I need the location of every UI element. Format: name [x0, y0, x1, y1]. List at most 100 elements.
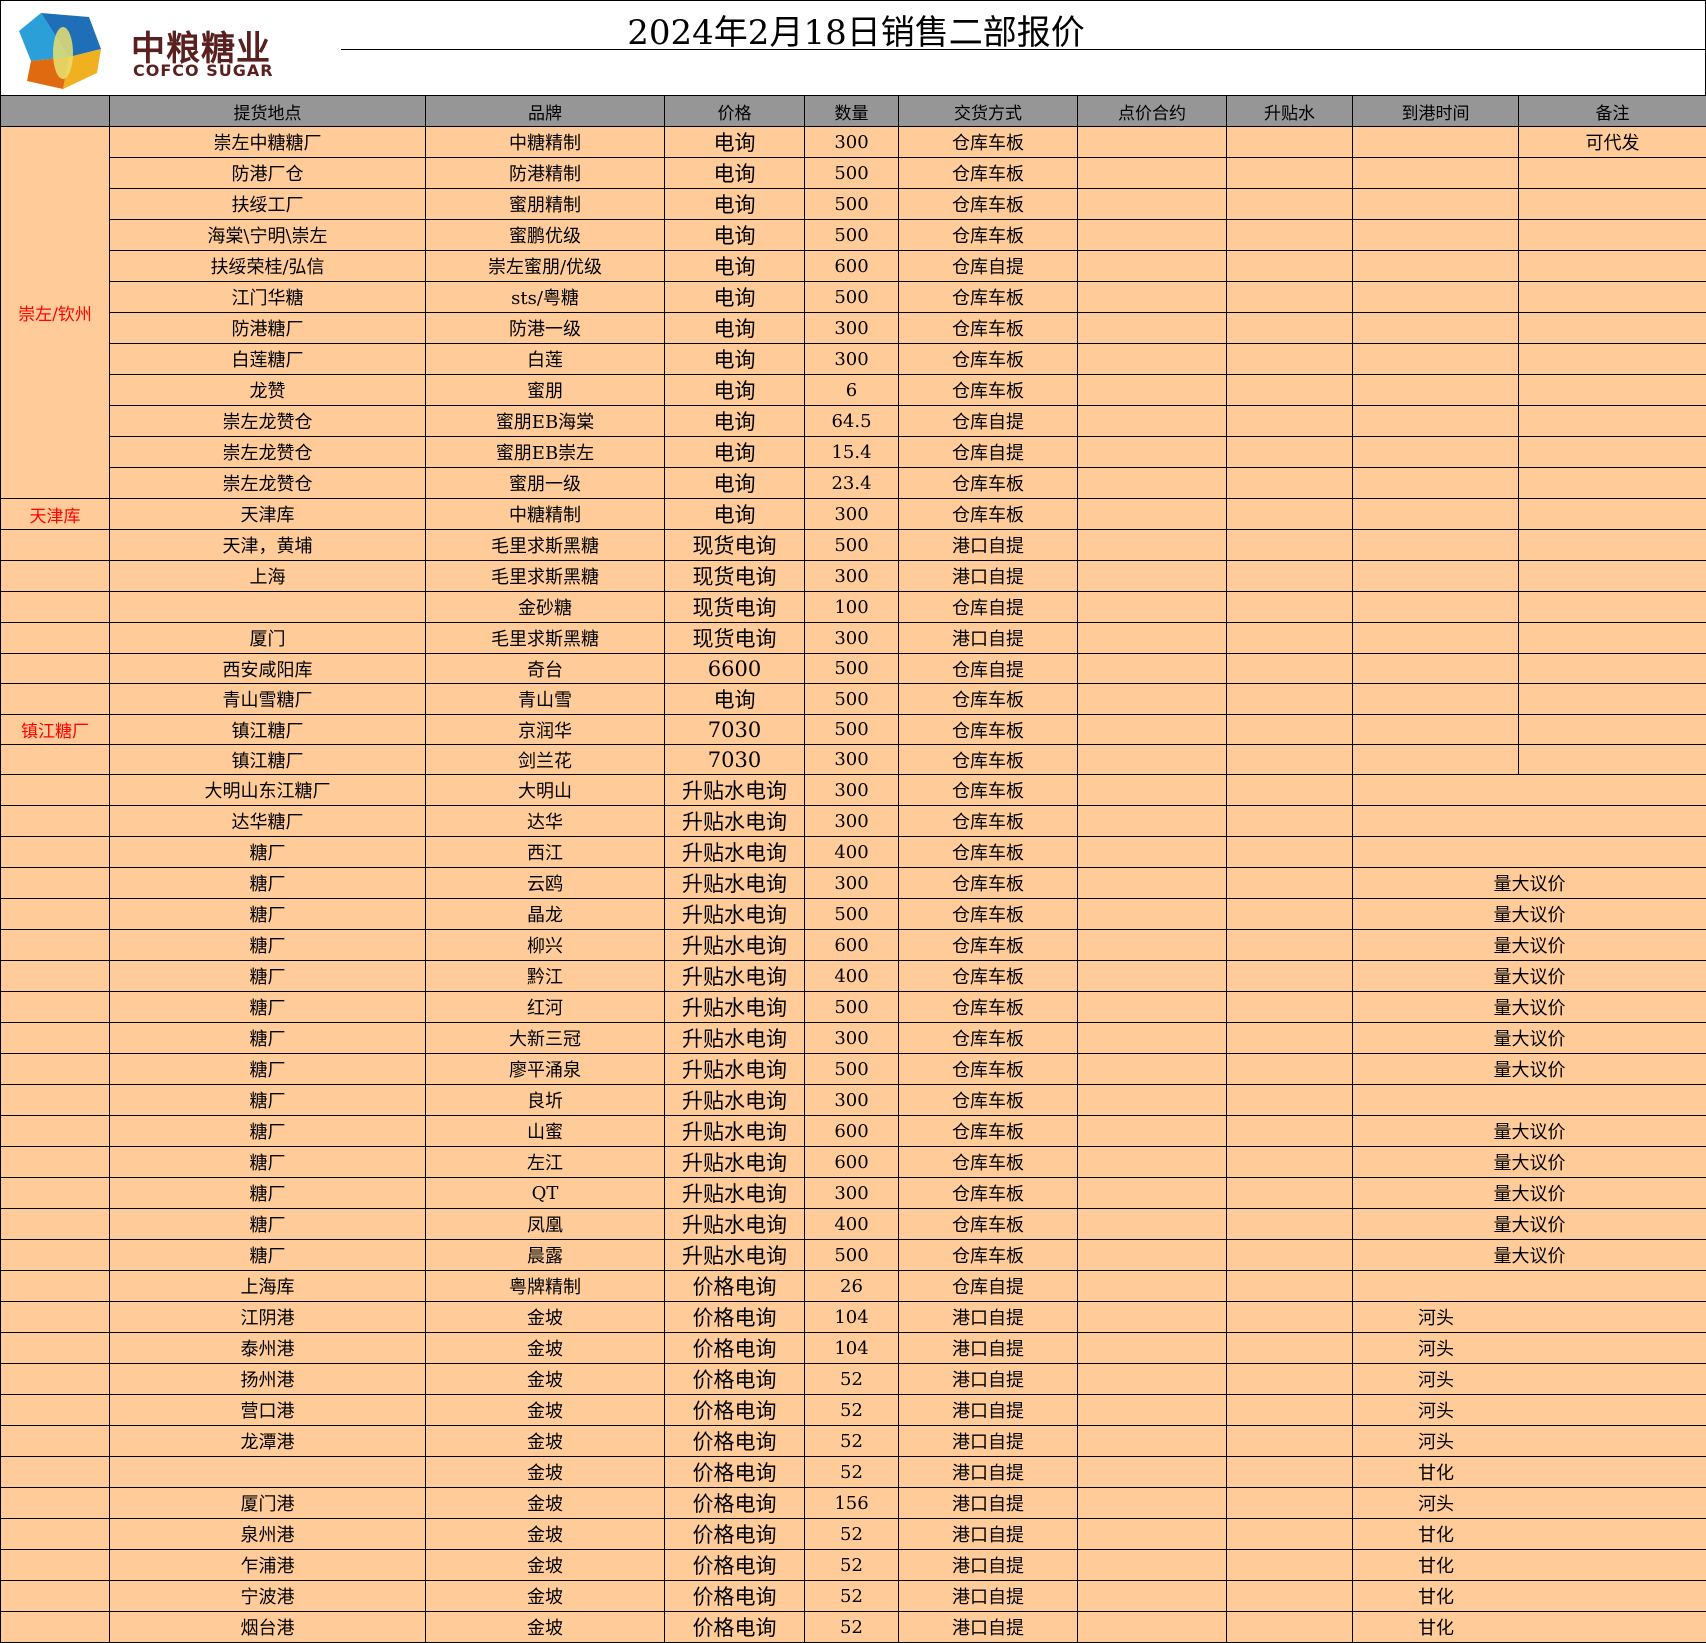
premium-cell[interactable]	[1227, 684, 1353, 715]
contract-cell[interactable]	[1078, 530, 1227, 561]
contract-cell[interactable]	[1078, 1519, 1227, 1550]
note-cell[interactable]	[1519, 437, 1706, 468]
delivery-cell[interactable]: 仓库车板	[899, 899, 1078, 930]
premium-cell[interactable]	[1227, 313, 1353, 344]
quantity-cell[interactable]: 52	[805, 1581, 899, 1612]
contract-cell[interactable]	[1078, 775, 1227, 806]
delivery-cell[interactable]: 港口自提	[899, 1426, 1078, 1457]
port-time-note-cell[interactable]: 甘化	[1353, 1581, 1706, 1612]
quantity-cell[interactable]: 300	[805, 1023, 899, 1054]
brand-cell[interactable]: 蜜朋EB崇左	[426, 437, 665, 468]
region-cell[interactable]	[1, 1054, 110, 1085]
price-cell[interactable]: 升贴水电询	[665, 837, 805, 868]
contract-cell[interactable]	[1078, 1271, 1227, 1302]
region-cell[interactable]	[1, 684, 110, 715]
quantity-cell[interactable]: 500	[805, 654, 899, 684]
contract-cell[interactable]	[1078, 127, 1227, 158]
premium-cell[interactable]	[1227, 806, 1353, 837]
contract-cell[interactable]	[1078, 745, 1227, 775]
brand-cell[interactable]: 蜜鹏优级	[426, 220, 665, 251]
port-time-cell[interactable]	[1353, 530, 1519, 561]
premium-cell[interactable]	[1227, 1054, 1353, 1085]
region-cell[interactable]	[1, 1147, 110, 1178]
region-cell[interactable]	[1, 1457, 110, 1488]
region-cell[interactable]	[1, 1395, 110, 1426]
price-cell[interactable]: 升贴水电询	[665, 806, 805, 837]
region-cell[interactable]	[1, 592, 110, 623]
brand-cell[interactable]: 红河	[426, 992, 665, 1023]
contract-cell[interactable]	[1078, 1364, 1227, 1395]
quantity-cell[interactable]: 100	[805, 592, 899, 623]
premium-cell[interactable]	[1227, 251, 1353, 282]
price-cell[interactable]: 价格电询	[665, 1519, 805, 1550]
port-time-note-cell[interactable]: 量大议价	[1353, 961, 1706, 992]
premium-cell[interactable]	[1227, 189, 1353, 220]
brand-cell[interactable]: 蜜朋	[426, 375, 665, 406]
brand-cell[interactable]: 凤凰	[426, 1209, 665, 1240]
location-cell[interactable]: 天津库	[110, 499, 426, 530]
note-cell[interactable]	[1519, 158, 1706, 189]
brand-cell[interactable]: 粤牌精制	[426, 1271, 665, 1302]
location-cell[interactable]: 青山雪糖厂	[110, 684, 426, 715]
price-cell[interactable]: 升贴水电询	[665, 1054, 805, 1085]
quantity-cell[interactable]: 52	[805, 1612, 899, 1643]
premium-cell[interactable]	[1227, 1116, 1353, 1147]
port-time-cell[interactable]	[1353, 127, 1519, 158]
price-cell[interactable]: 电询	[665, 189, 805, 220]
region-cell[interactable]	[1, 837, 110, 868]
location-cell[interactable]: 糖厂	[110, 1023, 426, 1054]
delivery-cell[interactable]: 港口自提	[899, 530, 1078, 561]
brand-cell[interactable]: 中糖精制	[426, 499, 665, 530]
location-cell[interactable]: 防港糖厂	[110, 313, 426, 344]
note-cell[interactable]	[1519, 592, 1706, 623]
location-cell[interactable]: 白莲糖厂	[110, 344, 426, 375]
delivery-cell[interactable]: 仓库车板	[899, 961, 1078, 992]
note-cell[interactable]	[1519, 715, 1706, 745]
contract-cell[interactable]	[1078, 1550, 1227, 1581]
premium-cell[interactable]	[1227, 1023, 1353, 1054]
note-cell[interactable]	[1519, 189, 1706, 220]
price-cell[interactable]: 现货电询	[665, 561, 805, 592]
port-time-cell[interactable]	[1353, 158, 1519, 189]
contract-cell[interactable]	[1078, 899, 1227, 930]
region-cell[interactable]	[1, 1488, 110, 1519]
brand-cell[interactable]: 中糖精制	[426, 127, 665, 158]
note-cell[interactable]	[1519, 499, 1706, 530]
region-cell[interactable]	[1, 530, 110, 561]
port-time-note-cell[interactable]: 河头	[1353, 1426, 1706, 1457]
brand-cell[interactable]: 金坡	[426, 1457, 665, 1488]
location-cell[interactable]	[110, 1457, 426, 1488]
delivery-cell[interactable]: 仓库自提	[899, 592, 1078, 623]
price-cell[interactable]: 6600	[665, 654, 805, 684]
note-cell[interactable]	[1519, 313, 1706, 344]
quantity-cell[interactable]: 300	[805, 499, 899, 530]
region-cell[interactable]	[1, 623, 110, 654]
contract-cell[interactable]	[1078, 344, 1227, 375]
location-cell[interactable]: 扶绥荣桂/弘信	[110, 251, 426, 282]
delivery-cell[interactable]: 仓库车板	[899, 499, 1078, 530]
location-cell[interactable]: 糖厂	[110, 961, 426, 992]
brand-cell[interactable]: 剑兰花	[426, 745, 665, 775]
brand-cell[interactable]: 廖平涌泉	[426, 1054, 665, 1085]
region-cell[interactable]	[1, 1426, 110, 1457]
delivery-cell[interactable]: 仓库自提	[899, 1271, 1078, 1302]
region-cell[interactable]	[1, 654, 110, 684]
premium-cell[interactable]	[1227, 1147, 1353, 1178]
location-cell[interactable]: 龙潭港	[110, 1426, 426, 1457]
port-time-note-cell[interactable]: 河头	[1353, 1364, 1706, 1395]
location-cell[interactable]: 糖厂	[110, 1209, 426, 1240]
brand-cell[interactable]: 京润华	[426, 715, 665, 745]
port-time-note-cell[interactable]: 甘化	[1353, 1457, 1706, 1488]
port-time-cell[interactable]	[1353, 406, 1519, 437]
quantity-cell[interactable]: 600	[805, 930, 899, 961]
brand-cell[interactable]: 金坡	[426, 1426, 665, 1457]
contract-cell[interactable]	[1078, 406, 1227, 437]
brand-cell[interactable]: 晶龙	[426, 899, 665, 930]
port-time-cell[interactable]	[1353, 282, 1519, 313]
contract-cell[interactable]	[1078, 837, 1227, 868]
region-cell[interactable]	[1, 1302, 110, 1333]
note-cell[interactable]	[1519, 375, 1706, 406]
delivery-cell[interactable]: 仓库车板	[899, 992, 1078, 1023]
premium-cell[interactable]	[1227, 1426, 1353, 1457]
contract-cell[interactable]	[1078, 1426, 1227, 1457]
